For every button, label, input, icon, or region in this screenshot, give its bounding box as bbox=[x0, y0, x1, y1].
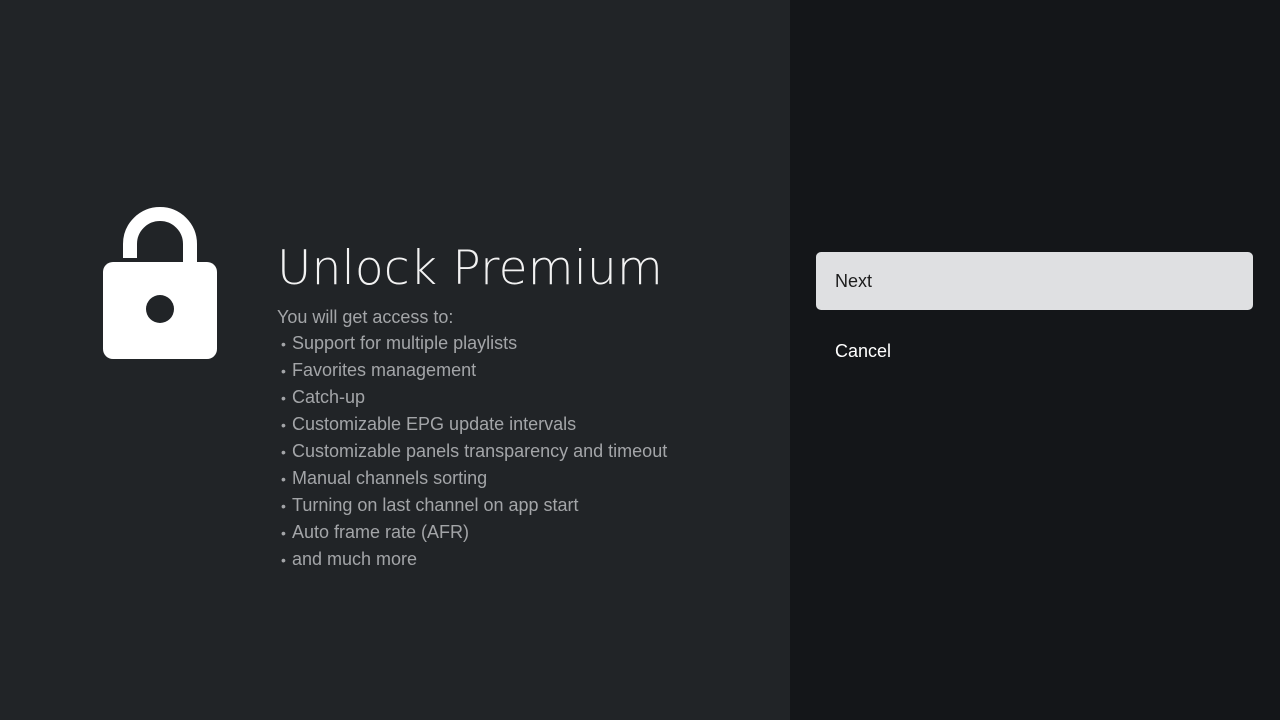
feature-item: • Catch-up bbox=[277, 384, 777, 411]
cancel-button[interactable]: Cancel bbox=[816, 322, 1253, 380]
feature-item: • Favorites management bbox=[277, 357, 777, 384]
feature-label: Customizable EPG update intervals bbox=[292, 414, 577, 434]
feature-label: Manual channels sorting bbox=[292, 468, 488, 488]
feature-item: • Turning on last channel on app start bbox=[277, 492, 777, 519]
feature-label: Customizable panels transparency and tim… bbox=[292, 441, 668, 461]
bullet-icon: • bbox=[281, 336, 286, 352]
bullet-icon: • bbox=[281, 525, 286, 541]
feature-label: Turning on last channel on app start bbox=[292, 495, 579, 515]
feature-label: Catch-up bbox=[292, 387, 366, 407]
intro-text: You will get access to: bbox=[277, 307, 454, 327]
feature-item: • Customizable EPG update intervals bbox=[277, 411, 777, 438]
bullet-icon: • bbox=[281, 552, 286, 568]
bullet-icon: • bbox=[281, 498, 286, 514]
next-button-label: Next bbox=[835, 270, 873, 291]
feature-item: • Manual channels sorting bbox=[277, 465, 777, 492]
feature-item: • Auto frame rate (AFR) bbox=[277, 519, 777, 546]
bullet-icon: • bbox=[281, 417, 286, 433]
page-title: Unlock Premium bbox=[277, 241, 663, 296]
cancel-button-label: Cancel bbox=[835, 340, 892, 361]
feature-label: Auto frame rate (AFR) bbox=[292, 522, 470, 542]
feature-list: • Support for multiple playlists • Favorit… bbox=[277, 330, 777, 573]
description-block: Unlock Premium You will get access to: •… bbox=[277, 240, 777, 573]
bullet-icon: • bbox=[281, 363, 286, 379]
bullet-icon: • bbox=[281, 444, 286, 460]
premium-unlock-screen: Unlock Premium You will get access to: •… bbox=[0, 0, 1280, 720]
bullet-icon: • bbox=[281, 390, 286, 406]
guidance-panel: Unlock Premium You will get access to: •… bbox=[0, 0, 790, 720]
unlocked-padlock-icon bbox=[103, 207, 217, 359]
feature-label: Support for multiple playlists bbox=[292, 333, 518, 353]
feature-item: • Support for multiple playlists bbox=[277, 330, 777, 357]
feature-label: Favorites management bbox=[292, 360, 477, 380]
feature-item: • Customizable panels transparency and ti… bbox=[277, 438, 777, 465]
next-button[interactable]: Next bbox=[816, 252, 1253, 310]
feature-label: and much more bbox=[292, 549, 418, 569]
feature-item: • and much more bbox=[277, 546, 777, 573]
bullet-icon: • bbox=[281, 471, 286, 487]
